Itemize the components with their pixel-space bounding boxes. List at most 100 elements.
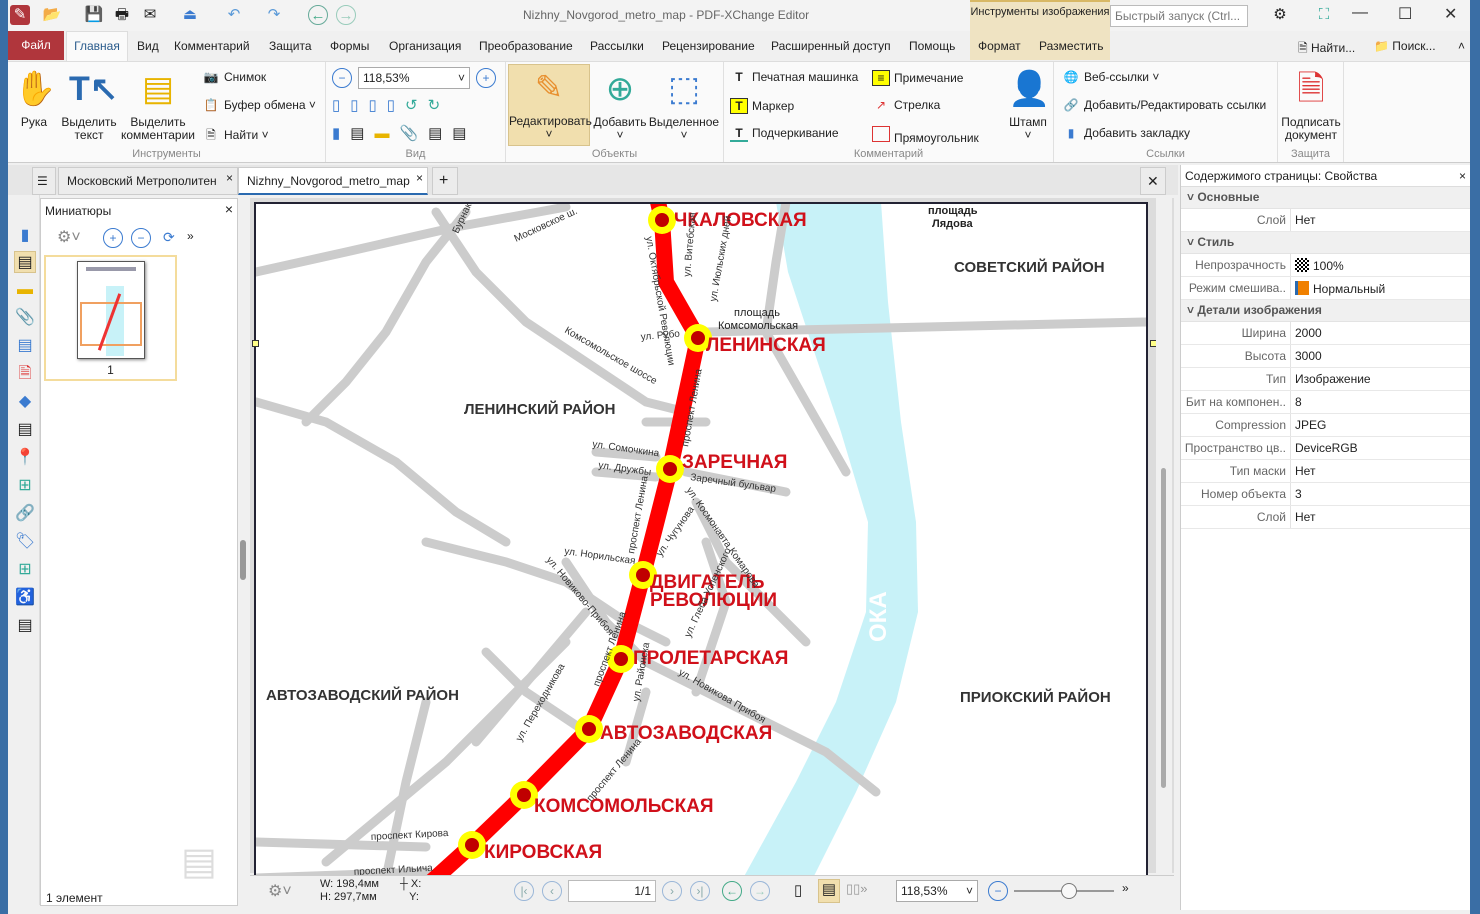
tab-protect[interactable]: Защита — [269, 39, 312, 53]
destinations-icon[interactable]: 📍 — [14, 447, 36, 469]
tab-organize[interactable]: Организация — [389, 39, 461, 53]
thumbnail-page-1[interactable]: 1 — [44, 255, 177, 381]
first-page-button[interactable]: |‹ — [514, 881, 534, 901]
email-icon[interactable]: ✉ — [140, 5, 160, 25]
add-bookmark-button[interactable]: ▮ Добавить закладку — [1062, 126, 1190, 140]
close-panel-icon[interactable]: × — [225, 201, 233, 217]
page-number-input[interactable]: 1/1 — [568, 880, 656, 902]
print-icon[interactable]: 🖶 — [112, 5, 132, 25]
find-button[interactable]: 🗎 Найти... — [1298, 39, 1355, 60]
back-icon[interactable]: ← — [308, 5, 328, 25]
close-button[interactable]: ✕ — [1444, 4, 1457, 24]
forward-view-button[interactable]: → — [750, 881, 770, 901]
property-section[interactable]: ˅ Детали изображения — [1181, 300, 1470, 322]
property-row[interactable]: Тип Изображение — [1181, 368, 1470, 391]
add-object-button[interactable]: ⊕ Добавить ˅ — [592, 66, 648, 142]
continuous-page-icon[interactable]: ▤ — [818, 879, 840, 903]
property-row[interactable]: Бит на компонен.. 8 — [1181, 391, 1470, 414]
last-page-button[interactable]: ›| — [690, 881, 710, 901]
tab-comment[interactable]: Комментарий — [174, 39, 250, 53]
maximize-button[interactable]: ☐ — [1398, 4, 1412, 24]
attachments-icon[interactable]: 📎 — [14, 307, 36, 329]
tabs-menu-icon[interactable]: ☰ — [32, 167, 56, 195]
sign-document-button[interactable]: 🗎 Подписать документ — [1280, 66, 1342, 142]
property-row[interactable]: Слой Нет — [1181, 506, 1470, 529]
stamp-button[interactable]: 👤 Штамп ˅ — [1006, 66, 1050, 142]
structure-icon[interactable]: ⊞ — [14, 475, 36, 497]
signatures-icon[interactable]: 🗎 — [14, 363, 36, 385]
property-section[interactable]: ˅ Стиль — [1181, 232, 1470, 254]
tab-format[interactable]: Формат — [978, 39, 1021, 53]
forward-icon[interactable]: → — [336, 5, 356, 25]
shrink-thumbnails-button[interactable]: − — [131, 228, 151, 248]
select-text-button[interactable]: T↖ Выделить текст — [58, 66, 120, 142]
property-row[interactable]: Непрозрачность 100% — [1181, 254, 1470, 277]
zoom-out-bottom-button[interactable]: − — [988, 881, 1008, 901]
save-icon[interactable]: 💾 — [84, 5, 104, 25]
tab-share[interactable]: Расширенный доступ — [771, 39, 891, 53]
snapshot-button[interactable]: 📷 Снимок — [202, 70, 267, 84]
single-page-icon[interactable]: ▯ — [794, 881, 802, 899]
vertical-scrollbar[interactable] — [1156, 198, 1172, 873]
tab-review[interactable]: Рецензирование — [662, 39, 755, 53]
tab-arrange[interactable]: Разместить — [1039, 39, 1104, 53]
tags-icon[interactable]: 🏷 — [14, 531, 36, 553]
zoom-out-button[interactable]: − — [332, 68, 352, 88]
zoom-select-bottom[interactable]: 118,53% ˅ — [896, 880, 978, 902]
property-row[interactable]: Высота 3000 — [1181, 345, 1470, 368]
rotate-icon[interactable]: ⟳ — [163, 229, 175, 246]
tab-forms[interactable]: Формы — [330, 39, 369, 53]
prev-page-button[interactable]: ‹ — [542, 881, 562, 901]
more-icon[interactable]: » — [187, 229, 194, 243]
page-fit-icons[interactable]: ▯▯▯▯↺↻ — [332, 96, 450, 114]
enlarge-thumbnails-button[interactable]: + — [103, 228, 123, 248]
property-row[interactable]: Тип маски Нет — [1181, 460, 1470, 483]
close-panel-icon[interactable]: × — [1459, 169, 1466, 183]
layers-icon[interactable]: ◆ — [14, 391, 36, 413]
typewriter-button[interactable]: T Печатная машинка — [730, 70, 858, 84]
articles-icon[interactable]: ⊞ — [14, 559, 36, 581]
panel-icons[interactable]: ▮▤▬📎▤▤ — [332, 124, 476, 142]
zoom-in-button[interactable]: + — [476, 68, 496, 88]
links-panel-icon[interactable]: 🔗 — [14, 503, 36, 525]
scrollbar-thumb[interactable] — [1161, 468, 1166, 788]
facing-pages-icon[interactable]: ▯▯» — [846, 881, 868, 897]
order-icon[interactable]: ▤ — [14, 615, 36, 637]
settings-icon[interactable]: ⚙ — [1270, 5, 1290, 25]
scan-icon[interactable]: ⏏ — [180, 5, 200, 25]
selection-handle[interactable] — [252, 340, 259, 347]
hand-tool-button[interactable]: ✋ Рука — [14, 66, 56, 129]
tab-view[interactable]: Вид — [137, 39, 159, 53]
close-tab-icon[interactable]: × — [226, 165, 233, 191]
property-row[interactable]: Compression JPEG — [1181, 414, 1470, 437]
tab-convert[interactable]: Преобразование — [479, 39, 573, 53]
thumbnail-options-icon[interactable]: ⚙˅ — [57, 227, 81, 247]
property-section[interactable]: ˅ Основные — [1181, 187, 1470, 209]
undo-icon[interactable]: ↶ — [224, 5, 244, 25]
tab-moscow-metro[interactable]: Московский Метрополитен × — [58, 167, 238, 195]
close-document-button[interactable]: ✕ — [1140, 167, 1166, 195]
comments-icon[interactable]: ▬ — [14, 279, 36, 301]
find-tool-button[interactable]: 🗎 Найти ˅ — [202, 126, 268, 147]
fields-icon[interactable]: ▤ — [14, 335, 36, 357]
fullscreen-icon[interactable]: ⛶ — [1314, 5, 1334, 25]
add-edit-links-button[interactable]: 🔗 Добавить/Редактировать ссылки — [1062, 98, 1267, 112]
property-row[interactable]: Номер объекта 3 — [1181, 483, 1470, 506]
tab-nizhny-metro[interactable]: Nizhny_Novgorod_metro_map × — [238, 167, 428, 195]
property-row[interactable]: Слой Нет — [1181, 209, 1470, 232]
zoom-select[interactable]: 118,53% ˅ — [358, 67, 470, 89]
redo-icon[interactable]: ↷ — [264, 5, 284, 25]
tab-help[interactable]: Помощь — [909, 39, 955, 53]
pdf-page[interactable]: ЧКАЛОВСКАЯ ЛЕНИНСКАЯ ЗАРЕЧНАЯ ДВИГАТЕЛЬ РЕВО… — [254, 202, 1148, 878]
clipboard-button[interactable]: 📋 Буфер обмена ˅ — [202, 98, 316, 112]
select-comments-button[interactable]: ▤ Выделить комментарии — [120, 66, 196, 142]
minimize-button[interactable]: — — [1352, 4, 1368, 22]
options-icon[interactable]: ⚙˅ — [268, 881, 292, 901]
back-view-button[interactable]: ← — [722, 881, 742, 901]
zoom-slider-thumb[interactable] — [1061, 883, 1077, 899]
rectangle-button[interactable]: Прямоугольник — [872, 126, 979, 145]
tab-mailings[interactable]: Рассылки — [590, 39, 644, 53]
edit-objects-button[interactable]: ✎ Редактировать ˅ — [508, 64, 592, 146]
underline-button[interactable]: T Подчеркивание — [730, 126, 839, 142]
marker-button[interactable]: T Маркер — [730, 98, 794, 114]
